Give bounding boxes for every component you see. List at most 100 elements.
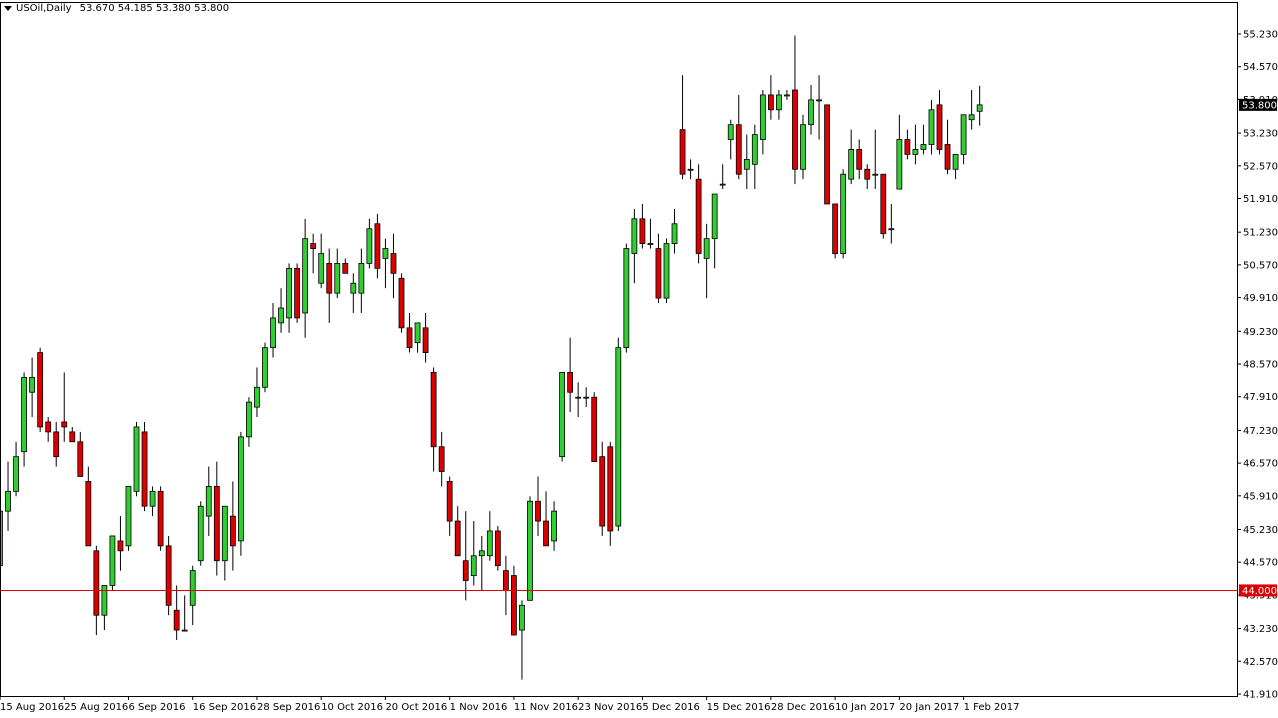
candle-body [117, 540, 124, 552]
candle-body [502, 570, 509, 591]
candle [551, 501, 557, 551]
candlestick-chart[interactable]: 55.23054.57053.91053.23052.57051.91051.2… [0, 0, 1278, 718]
y-tick-label: 52.570 [1243, 161, 1278, 172]
candle-body [133, 426, 140, 492]
candle [270, 303, 276, 358]
candle [800, 114, 806, 180]
candle [607, 441, 614, 546]
candle-body [37, 352, 44, 428]
candle [117, 516, 124, 571]
candle-body [872, 173, 879, 176]
candle [422, 312, 429, 363]
candle-body [567, 372, 574, 393]
candle-body [679, 129, 686, 175]
candle-body [687, 168, 694, 171]
candle [438, 431, 445, 487]
candle [5, 461, 11, 531]
candle [808, 85, 814, 135]
x-tick-label: 20 Jan 2017 [899, 702, 959, 713]
candle-body [318, 253, 325, 284]
candle-body [695, 178, 702, 254]
y-tick-label: 55.230 [1243, 30, 1278, 41]
candle [952, 154, 959, 180]
candle [470, 521, 477, 586]
candle [936, 89, 943, 155]
candles-layer [0, 35, 983, 680]
candle-body [246, 401, 252, 438]
candle [559, 372, 565, 462]
candle-body [149, 490, 156, 507]
candle-body [221, 505, 228, 562]
candle-body [575, 396, 582, 399]
candle [149, 486, 156, 517]
candle-body [478, 550, 485, 557]
candle [29, 357, 36, 418]
candle [197, 501, 204, 566]
candle [968, 89, 975, 130]
candle-body [262, 347, 268, 388]
y-tick-label: 48.570 [1243, 360, 1278, 371]
candle-body [77, 441, 84, 477]
candle [872, 129, 879, 190]
candle [824, 104, 830, 205]
candle-body [639, 218, 646, 244]
candle [205, 466, 212, 536]
candle-body [173, 609, 180, 631]
candle [543, 491, 549, 547]
candle [864, 164, 871, 190]
candle [655, 233, 662, 304]
candle [711, 193, 718, 269]
candle-body [591, 396, 598, 463]
candle [286, 263, 292, 333]
candle [262, 342, 268, 393]
candle-body [53, 431, 60, 458]
candle [454, 506, 461, 557]
candle-body [896, 139, 903, 190]
candle-body [302, 238, 309, 314]
candle-body [342, 263, 349, 274]
y-tick-label: 44.570 [1243, 558, 1278, 569]
candle-body [165, 545, 172, 606]
candle [928, 99, 935, 155]
candle-body [446, 481, 453, 522]
candle-body [808, 99, 814, 126]
candle-body [711, 193, 718, 240]
y-tick-label: 49.910 [1243, 293, 1278, 304]
candle [856, 139, 863, 180]
candle-body [511, 575, 517, 636]
candle-body [462, 560, 469, 581]
candle [326, 248, 333, 323]
candle [165, 535, 172, 616]
candle-body [912, 149, 919, 155]
y-tick-label: 45.230 [1243, 525, 1278, 536]
candle-body [205, 485, 212, 517]
candle-body [888, 228, 895, 231]
candle-body [527, 500, 533, 601]
candle-body [454, 520, 461, 557]
candle [173, 585, 180, 640]
candle-body [816, 99, 822, 102]
candle [334, 248, 341, 299]
candle [527, 496, 533, 601]
x-tick-label: 5 Dec 2016 [642, 702, 700, 713]
candle [848, 129, 855, 185]
candle [687, 159, 694, 180]
candle [912, 124, 919, 165]
candle-body [968, 114, 975, 121]
candle [591, 392, 598, 463]
candle [229, 481, 236, 571]
candle-body [438, 446, 445, 472]
candle [101, 585, 108, 631]
candle-body [832, 203, 839, 254]
candle [350, 273, 357, 313]
candle-body [551, 510, 557, 542]
y-tick-label: 41.910 [1243, 690, 1278, 701]
x-tick-label: 1 Feb 2017 [964, 702, 1020, 713]
candle [719, 164, 726, 190]
candle-body [719, 183, 726, 186]
price-axis: 55.23054.57053.91053.23052.57051.91051.2… [1237, 30, 1278, 701]
candle [278, 288, 284, 333]
candle-body [45, 421, 52, 433]
candle [502, 555, 509, 616]
candle [703, 223, 710, 299]
